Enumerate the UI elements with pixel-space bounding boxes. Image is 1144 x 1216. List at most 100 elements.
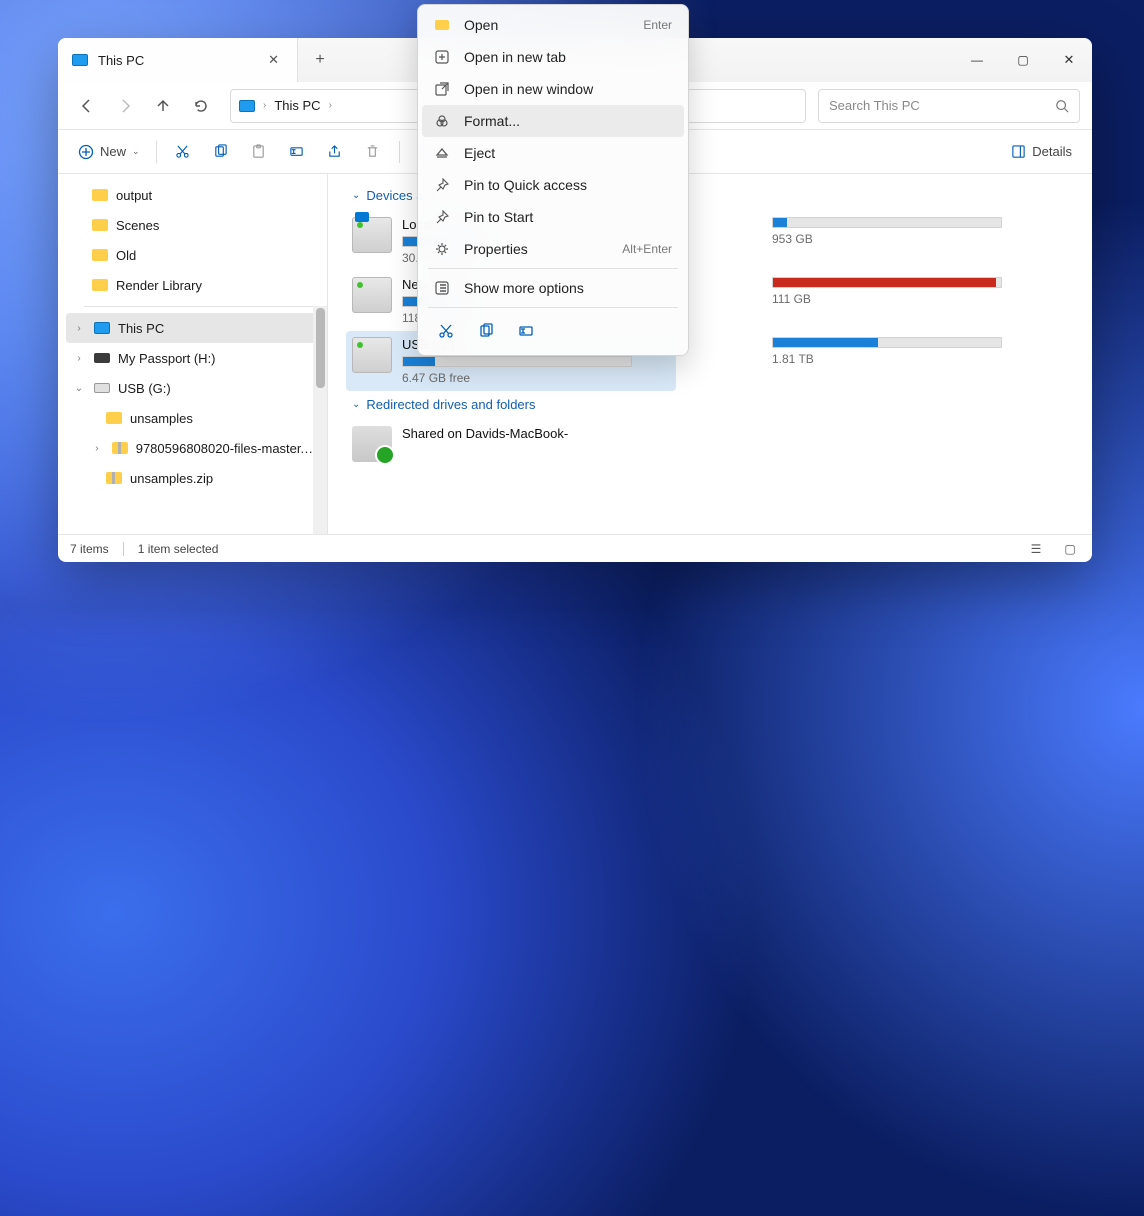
menu-action-row [422,311,684,351]
up-button[interactable] [146,89,180,123]
status-selected-count: 1 item selected [138,542,219,556]
close-window-button[interactable]: ✕ [1046,38,1092,82]
menu-open[interactable]: Open Enter [422,9,684,41]
drive-item[interactable]: 953 GB [716,211,1046,271]
menu-pin-start[interactable]: Pin to Start [422,201,684,233]
zip-icon [106,472,122,484]
pin-icon [434,177,450,193]
drive-icon [352,337,392,373]
details-icon [1011,144,1026,159]
breadcrumb-root[interactable]: This PC [274,98,320,113]
delete-button[interactable] [355,136,391,168]
folder-icon [92,189,108,201]
this-pc-icon [72,54,88,66]
drive-icon [352,277,392,313]
pin-icon [434,209,450,225]
menu-show-more-options[interactable]: Show more options [422,272,684,304]
tab-close-button[interactable]: ✕ [264,48,283,72]
share-icon [327,144,342,159]
capacity-bar [772,217,1002,228]
maximize-button[interactable]: ▢ [1000,38,1046,82]
search-placeholder: Search This PC [829,98,1055,113]
capacity-bar [772,337,1002,348]
folder-icon [92,249,108,261]
sidebar-item-old[interactable]: Old [66,240,319,270]
folder-icon [92,219,108,231]
folder-icon [434,17,450,33]
this-pc-icon [94,322,110,334]
menu-open-new-window[interactable]: Open in new window [422,73,684,105]
tab-this-pc[interactable]: This PC ✕ [58,38,298,82]
paste-icon [251,144,266,159]
cut-icon [175,144,190,159]
chevron-right-icon: › [329,100,332,111]
new-tab-button[interactable]: + [298,38,342,82]
paste-button[interactable] [241,136,277,168]
newwindow-icon [434,81,450,97]
sidebar-item-zip1[interactable]: ›9780596808020-files-master.zip [66,433,319,463]
share-button[interactable] [317,136,353,168]
rename-icon [289,144,304,159]
menu-format[interactable]: Format... [422,105,684,137]
usb-icon [94,383,110,393]
drive-icon [352,217,392,253]
sidebar-item-usb-g[interactable]: ⌄USB (G:) [66,373,319,403]
view-list-button[interactable]: ☰ [1026,540,1046,558]
eject-icon [434,145,450,161]
copy-icon [213,144,228,159]
network-drive-icon [352,426,392,462]
sidebar-item-render-library[interactable]: Render Library [66,270,319,300]
folder-icon [106,412,122,424]
copy-button[interactable] [203,136,239,168]
cut-button[interactable] [165,136,201,168]
menu-open-new-tab[interactable]: Open in new tab [422,41,684,73]
menu-eject[interactable]: Eject [422,137,684,169]
back-button[interactable] [70,89,104,123]
view-icons-button[interactable]: ▢ [1060,540,1080,558]
new-button[interactable]: New ⌄ [70,136,148,168]
sidebar-item-unsamples[interactable]: unsamples [66,403,319,433]
chevron-right-icon[interactable]: › [90,443,104,454]
capacity-bar [772,277,1002,288]
cut-icon[interactable] [436,321,456,341]
details-button[interactable]: Details [1003,136,1080,168]
rename-icon[interactable] [516,321,536,341]
sidebar-item-zip2[interactable]: unsamples.zip [66,463,319,493]
sidebar-item-my-passport[interactable]: ›My Passport (H:) [66,343,319,373]
search-input[interactable]: Search This PC [818,89,1080,123]
refresh-button[interactable] [184,89,218,123]
drive-item[interactable]: 111 GB [716,271,1046,331]
this-pc-icon [239,100,255,112]
newtab-icon [434,49,450,65]
sidebar-item-scenes[interactable]: Scenes [66,210,319,240]
search-icon [1055,99,1069,113]
capacity-bar [402,356,632,367]
sidebar-scrollbar-thumb[interactable] [316,308,325,388]
redirected-share[interactable]: Shared on Davids-MacBook- [346,420,676,468]
forward-button[interactable] [108,89,142,123]
menu-pin-quick-access[interactable]: Pin to Quick access [422,169,684,201]
more-icon [434,280,450,296]
drive-icon [94,353,110,363]
group-redirected[interactable]: ⌄Redirected drives and folders [352,397,1074,412]
chevron-right-icon[interactable]: › [72,323,86,334]
chevron-right-icon: › [263,100,266,111]
format-icon [434,113,450,129]
sidebar-item-this-pc[interactable]: ›This PC [66,313,319,343]
drive-item[interactable]: 1.81 TB [716,331,1046,391]
chevron-right-icon[interactable]: › [72,353,86,364]
properties-icon [434,241,450,257]
sidebar: output Scenes Old Render Library ›This P… [58,174,328,534]
menu-properties[interactable]: Properties Alt+Enter [422,233,684,265]
status-bar: 7 items 1 item selected ☰ ▢ [58,534,1092,562]
status-item-count: 7 items [70,542,109,556]
delete-icon [365,144,380,159]
sidebar-item-output[interactable]: output [66,180,319,210]
chevron-down-icon[interactable]: ⌄ [72,383,86,394]
zip-icon [112,442,128,454]
copy-icon[interactable] [476,321,496,341]
new-icon [78,144,94,160]
rename-button[interactable] [279,136,315,168]
minimize-button[interactable]: — [954,38,1000,82]
context-menu: Open Enter Open in new tab Open in new w… [417,4,689,356]
